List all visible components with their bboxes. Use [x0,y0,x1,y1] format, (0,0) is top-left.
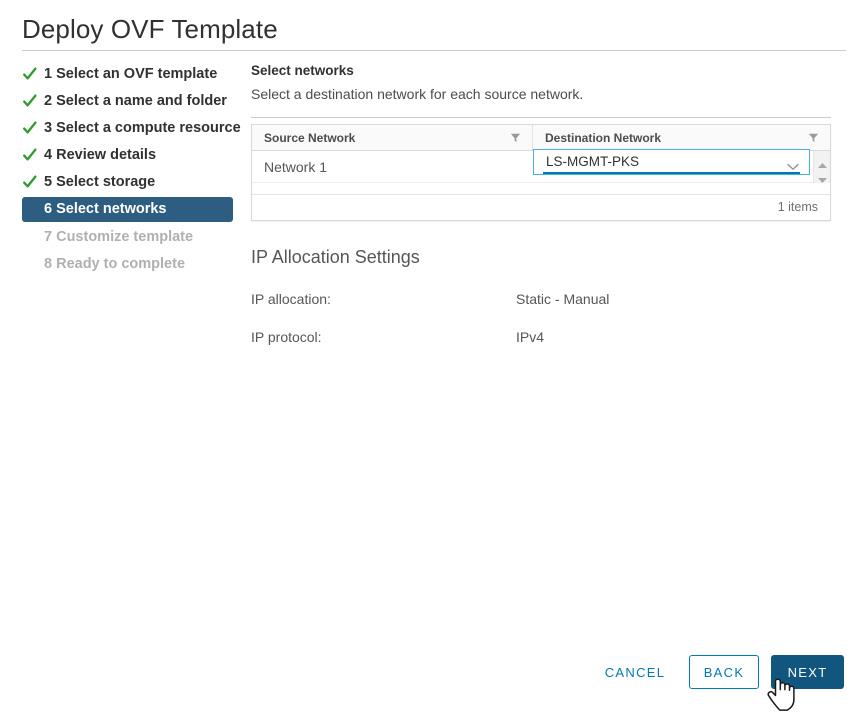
sidebar-step-7[interactable]: 7 Customize template [22,225,237,249]
sidebar-step-5-label: 5 Select storage [44,174,156,190]
ip-allocation-row: IP allocation: Static - Manual [251,291,831,307]
sidebar-step-3-label: 3 Select a compute resource [44,120,241,136]
sidebar-step-7-label: 7 Customize template [44,229,194,245]
sidebar-step-2-label: 2 Select a name and folder [44,93,227,109]
scroll-down-arrow-icon[interactable] [817,171,828,183]
ip-protocol-label: IP protocol: [251,329,322,345]
filter-icon[interactable] [510,132,521,143]
column-header-destination-network[interactable]: Destination Network [533,125,830,150]
page-title: Deploy OVF Template [22,14,278,44]
table-vertical-scrollbar[interactable] [813,151,830,183]
cancel-button[interactable]: CANCEL [596,655,674,689]
column-header-source-network[interactable]: Source Network [252,125,533,150]
pane-header: Select networks Select a destination net… [251,62,831,118]
ip-allocation-settings-section: IP Allocation Settings IP allocation: St… [251,245,831,345]
column-header-source-network-label: Source Network [264,130,356,145]
cell-destination-network: LS-MGMT-PKS [533,148,830,183]
sidebar-step-2[interactable]: 2 Select a name and folder [22,89,237,113]
table-empty-row [252,183,830,195]
filter-icon[interactable] [808,132,819,143]
sidebar-step-4[interactable]: 4 Review details [22,143,237,167]
ip-protocol-row: IP protocol: IPv4 [251,329,831,345]
sidebar-step-8-label: 8 Ready to complete [44,256,186,272]
table-footer-count: 1 items [252,195,830,220]
check-icon [22,62,38,86]
network-mapping-table: Source Network Destination Network Netwo… [251,124,831,221]
destination-network-select[interactable]: LS-MGMT-PKS [533,148,810,175]
deploy-ovf-template-wizard: Deploy OVF Template 1 Select an OVF temp… [0,0,858,712]
table-header-row: Source Network Destination Network [252,125,830,151]
cell-source-network: Network 1 [264,158,328,175]
scroll-up-arrow-icon[interactable] [817,156,828,168]
check-icon [22,143,38,167]
pane-divider [251,117,831,118]
sidebar-step-1[interactable]: 1 Select an OVF template [22,62,237,86]
title-divider [22,50,846,51]
pane-subheading: Select a destination network for each so… [251,86,584,102]
sidebar-step-8[interactable]: 8 Ready to complete [22,252,237,276]
select-focus-underline [543,171,800,174]
check-icon [22,170,38,194]
sidebar-step-4-label: 4 Review details [44,147,157,163]
wizard-footer: CANCEL BACK NEXT [0,655,858,691]
sidebar-step-5[interactable]: 5 Select storage [22,170,237,194]
sidebar-step-6[interactable]: 6 Select networks [22,197,233,222]
ip-allocation-value: Static - Manual [516,291,610,307]
ip-allocation-label: IP allocation: [251,291,331,307]
sidebar-step-6-label: 6 Select networks [44,201,167,217]
sidebar-step-3[interactable]: 3 Select a compute resource [22,116,241,140]
chevron-down-icon [787,158,799,170]
back-button[interactable]: BACK [689,655,759,689]
next-button[interactable]: NEXT [771,655,844,689]
ip-protocol-value: IPv4 [516,329,545,345]
check-icon [22,116,38,140]
table-row: Network 1 LS-MGMT-PKS [252,148,830,183]
destination-network-select-value: LS-MGMT-PKS [546,153,640,169]
sidebar-step-1-label: 1 Select an OVF template [44,66,218,82]
column-header-destination-network-label: Destination Network [545,130,662,145]
pane-heading: Select networks [251,63,354,78]
ip-allocation-title: IP Allocation Settings [251,247,420,267]
check-icon [22,89,38,113]
wizard-step-list: 1 Select an OVF template 2 Select a name… [22,62,241,276]
